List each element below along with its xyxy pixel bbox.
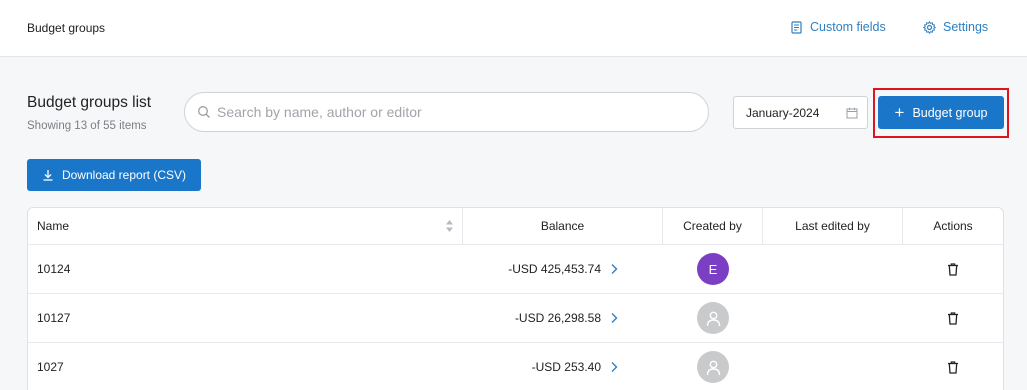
row-actions (903, 343, 1003, 390)
settings-link[interactable]: Settings (923, 20, 988, 34)
row-balance-cell: -USD 253.40 (463, 343, 663, 390)
row-name: 10124 (37, 262, 71, 276)
user-icon (706, 360, 720, 375)
row-balance: -USD 425,453.74 (508, 262, 601, 276)
row-created-by (663, 343, 763, 390)
row-created-by: E (663, 245, 763, 293)
search-box[interactable] (184, 92, 709, 132)
download-icon (43, 170, 53, 181)
page-title: Budget groups (27, 21, 106, 35)
item-count: Showing 13 of 55 items (27, 120, 147, 132)
plus-icon: + (894, 103, 905, 122)
avatar: E (697, 253, 729, 285)
row-name: 1027 (37, 360, 64, 374)
table-row[interactable]: 10127 -USD 26,298.58 (28, 294, 1003, 343)
add-budget-group-label: Budget group (912, 105, 988, 120)
table-row[interactable]: 1027 -USD 253.40 (28, 343, 1003, 390)
calendar-icon (846, 107, 858, 119)
column-header-balance: Balance (463, 208, 663, 244)
column-header-last-edited-by: Last edited by (763, 208, 903, 244)
month-value: January-2024 (746, 105, 820, 120)
budget-groups-table: Name Balance Created by Last edited by A… (27, 207, 1004, 390)
column-header-name[interactable]: Name (28, 208, 463, 244)
download-report-button[interactable]: Download report (CSV) (27, 159, 201, 191)
row-last-edited-by (763, 294, 903, 342)
row-actions (903, 294, 1003, 342)
search-input[interactable] (217, 104, 697, 120)
row-balance: -USD 26,298.58 (514, 311, 601, 325)
column-header-actions: Actions (933, 219, 973, 233)
row-actions (903, 245, 1003, 293)
table-header: Name Balance Created by Last edited by A… (28, 208, 1003, 245)
search-icon (198, 106, 210, 118)
month-picker[interactable]: January-2024 (733, 96, 868, 129)
chevron-right-icon[interactable] (610, 263, 618, 275)
avatar (697, 351, 729, 383)
list-title: Budget groups list (27, 94, 152, 111)
gear-icon (923, 20, 936, 34)
download-report-label: Download report (CSV) (61, 168, 187, 182)
custom-fields-label: Custom fields (810, 20, 886, 34)
row-last-edited-by (763, 245, 903, 293)
settings-label: Settings (943, 20, 989, 34)
trash-icon[interactable] (947, 262, 959, 276)
chevron-right-icon[interactable] (610, 361, 618, 373)
document-icon (791, 20, 802, 34)
row-balance: -USD 253.40 (531, 360, 601, 374)
table-row[interactable]: 10124 -USD 425,453.74 E (28, 245, 1003, 294)
trash-icon[interactable] (947, 311, 959, 325)
top-bar: Budget groups Custom fields Settings (0, 0, 1027, 57)
user-icon (706, 311, 720, 326)
row-balance-cell: -USD 425,453.74 (463, 245, 663, 293)
add-budget-group-button[interactable]: + Budget group (878, 96, 1004, 129)
row-name: 10127 (37, 311, 71, 325)
column-name-label: Name (37, 219, 70, 233)
sort-icon[interactable] (445, 219, 454, 233)
row-created-by (663, 294, 763, 342)
row-balance-cell: -USD 26,298.58 (463, 294, 663, 342)
column-header-created-by: Created by (663, 208, 763, 244)
trash-icon[interactable] (947, 360, 959, 374)
row-last-edited-by (763, 343, 903, 390)
custom-fields-link[interactable]: Custom fields (790, 20, 886, 34)
avatar (697, 302, 729, 334)
chevron-right-icon[interactable] (610, 312, 618, 324)
